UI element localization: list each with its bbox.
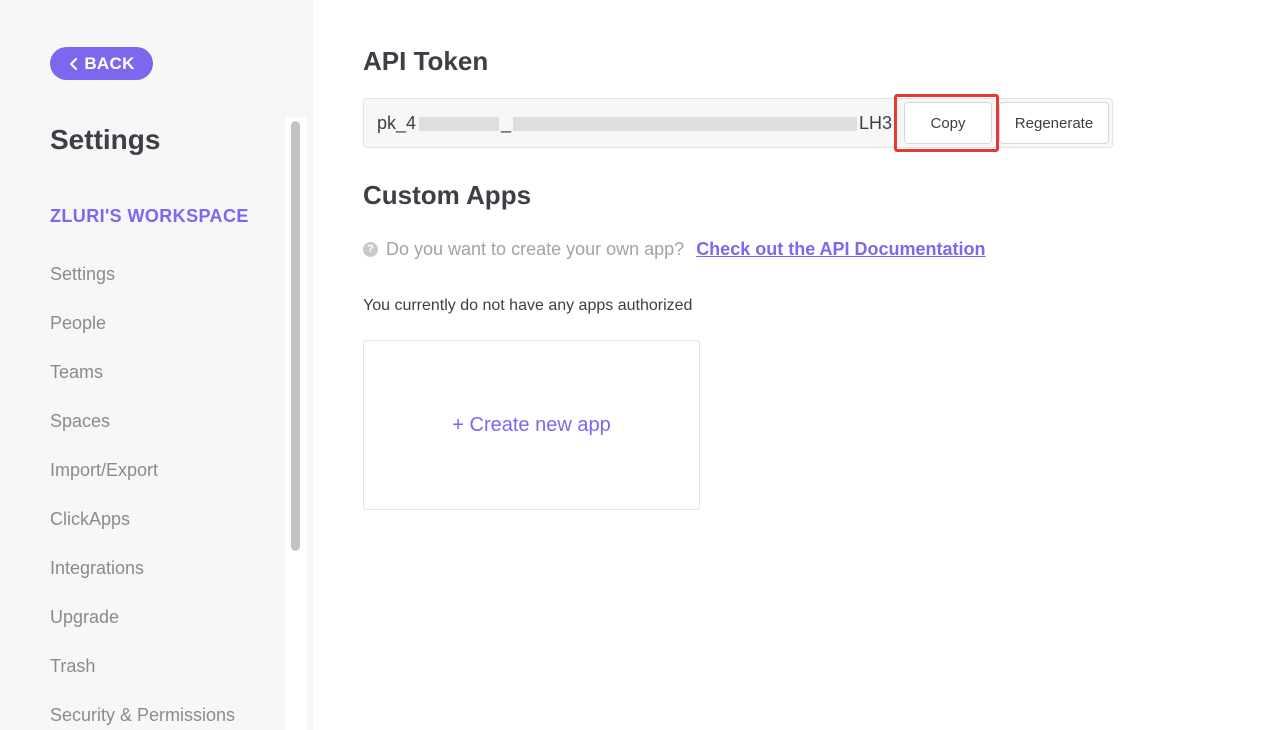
empty-apps-message: You currently do not have any apps autho…	[363, 297, 693, 314]
sidebar-title: Settings	[50, 124, 161, 155]
api-documentation-link[interactable]: Check out the API Documentation	[696, 239, 985, 260]
create-new-app-label: + Create new app	[452, 413, 611, 436]
sidebar-nav: Settings People Teams Spaces Import/Expo…	[50, 262, 235, 730]
sidebar-item-spaces[interactable]: Spaces	[50, 409, 235, 458]
regenerate-token-button[interactable]: Regenerate	[999, 102, 1109, 144]
chevron-left-icon	[68, 57, 80, 71]
token-suffix: LH3	[859, 113, 893, 133]
sidebar-item-import-export[interactable]: Import/Export	[50, 458, 235, 507]
sidebar-scrollbar-thumb[interactable]	[291, 121, 300, 551]
workspace-name[interactable]: ZLURI'S WORKSPACE	[50, 206, 249, 227]
question-circle-icon: ?	[363, 241, 378, 257]
sidebar-item-clickapps[interactable]: ClickApps	[50, 507, 235, 556]
sidebar-item-people[interactable]: People	[50, 311, 235, 360]
sidebar-item-security-permissions[interactable]: Security & Permissions	[50, 703, 235, 730]
api-token-heading: API Token	[363, 46, 489, 76]
help-text: Do you want to create your own app?	[386, 238, 685, 259]
sidebar-item-upgrade[interactable]: Upgrade	[50, 605, 235, 654]
create-new-app-card[interactable]: + Create new app	[363, 340, 700, 510]
back-button[interactable]: BACK	[50, 47, 153, 80]
custom-apps-heading: Custom Apps	[363, 180, 532, 210]
main-content: API Token pk_4 _ LH3 Copy Regenerate Cus…	[313, 0, 1268, 730]
redacted-token-segment	[513, 117, 857, 131]
sidebar-item-integrations[interactable]: Integrations	[50, 556, 235, 605]
sidebar-item-trash[interactable]: Trash	[50, 654, 235, 703]
api-help-row: ? Do you want to create your own app? Ch…	[363, 238, 986, 260]
token-separator: _	[501, 113, 512, 133]
token-prefix: pk_4	[377, 113, 417, 133]
app-window: BACK Settings ZLURI'S WORKSPACE Settings…	[0, 0, 1268, 730]
sidebar-item-settings[interactable]: Settings	[50, 262, 235, 311]
settings-sidebar: BACK Settings ZLURI'S WORKSPACE Settings…	[0, 0, 313, 730]
api-token-value: pk_4 _ LH3	[377, 113, 897, 135]
back-button-label: BACK	[84, 53, 135, 73]
highlight-box	[894, 94, 999, 152]
sidebar-item-teams[interactable]: Teams	[50, 360, 235, 409]
redacted-token-segment	[419, 117, 499, 131]
